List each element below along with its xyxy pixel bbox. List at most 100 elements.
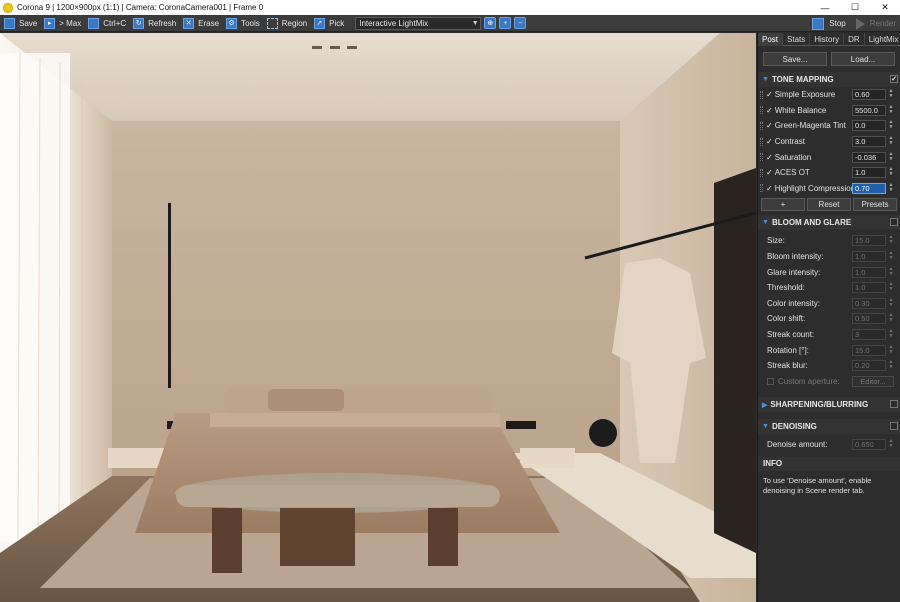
tone-mapping-header[interactable]: ▼ TONE MAPPING ✓ bbox=[758, 72, 900, 87]
spinner-icon[interactable]: ▲ ▼ bbox=[887, 182, 895, 194]
drag-handle-icon[interactable] bbox=[760, 90, 763, 99]
custom-aperture-checkbox[interactable] bbox=[767, 377, 774, 385]
spinner-icon[interactable]: ▲ ▼ bbox=[887, 89, 895, 100]
rotation-field[interactable]: 15.0 bbox=[852, 344, 886, 356]
threshold-field[interactable]: 1.0 bbox=[852, 282, 886, 294]
post-panel: Post Stats History DR LightMix Save... L… bbox=[757, 33, 900, 602]
tab-dr[interactable]: DR bbox=[844, 33, 865, 46]
spinner-icon[interactable]: ▲ ▼ bbox=[887, 104, 895, 116]
white-balance-field[interactable]: 5500.0 bbox=[852, 104, 886, 116]
pick-button[interactable]: ➚ Pick bbox=[312, 16, 349, 31]
drag-handle-icon[interactable] bbox=[760, 106, 763, 115]
zoom-in-icon[interactable]: + bbox=[499, 17, 512, 29]
simple-exposure-field[interactable]: 0.60 bbox=[852, 89, 886, 101]
tone-mapping-checkbox[interactable]: ✓ bbox=[890, 75, 898, 83]
color-intensity-field[interactable]: 0.30 bbox=[852, 297, 886, 309]
sharpening-checkbox[interactable] bbox=[890, 400, 898, 409]
sharpening-header[interactable]: ▶ SHARPENING/BLURRING bbox=[758, 397, 900, 413]
tint-field[interactable]: 0.0 bbox=[852, 120, 886, 132]
spinner-icon[interactable]: ▲ ▼ bbox=[887, 344, 895, 356]
checkmark-icon[interactable]: ✓ bbox=[766, 137, 773, 146]
spinner-icon[interactable]: ▲ ▼ bbox=[887, 439, 895, 450]
checkmark-icon[interactable]: ✓ bbox=[766, 90, 773, 99]
denoising-checkbox[interactable] bbox=[890, 422, 898, 431]
size-field[interactable]: 15.0 bbox=[852, 235, 886, 247]
load-settings-button[interactable]: Load... bbox=[831, 52, 895, 66]
tone-row-contrast: ✓ Contrast 3.0 ▲ ▼ bbox=[758, 134, 900, 150]
spinner-icon[interactable]: ▲ ▼ bbox=[887, 167, 895, 178]
stop-button[interactable]: Stop bbox=[829, 19, 845, 28]
tone-mapping-title: TONE MAPPING bbox=[771, 75, 834, 84]
tab-lightmix[interactable]: LightMix bbox=[865, 33, 900, 46]
glare-intensity-field[interactable]: 1.0 bbox=[852, 266, 886, 278]
window-controls: — ☐ ✕ bbox=[810, 0, 900, 15]
spinner-icon[interactable]: ▲ ▼ bbox=[887, 251, 895, 262]
spinner-icon[interactable]: ▲ ▼ bbox=[887, 360, 895, 371]
spinner-icon[interactable]: ▲ ▼ bbox=[887, 313, 895, 324]
close-button[interactable]: ✕ bbox=[870, 0, 900, 15]
spinner-icon[interactable]: ▲ ▼ bbox=[887, 297, 895, 309]
erase-button[interactable]: ✕ Erase bbox=[181, 16, 224, 31]
save-button[interactable]: Save bbox=[2, 16, 42, 31]
bloom-glare-checkbox[interactable] bbox=[890, 218, 898, 227]
render-viewport[interactable] bbox=[0, 33, 756, 602]
editor-button[interactable]: Editor... bbox=[852, 375, 894, 387]
saturation-field[interactable]: -0.036 bbox=[852, 151, 886, 163]
highlight-compression-field[interactable]: 0.70 bbox=[852, 182, 886, 194]
bloom-intensity-field[interactable]: 1.0 bbox=[852, 251, 886, 263]
drag-handle-icon[interactable] bbox=[760, 168, 763, 177]
refresh-button[interactable]: ↻ Refresh bbox=[131, 16, 181, 31]
contrast-field[interactable]: 3.0 bbox=[852, 136, 886, 148]
checkmark-icon[interactable]: ✓ bbox=[766, 184, 773, 193]
spinner-icon[interactable]: ▲ ▼ bbox=[887, 266, 895, 278]
tab-stats[interactable]: Stats bbox=[783, 33, 811, 46]
checkmark-icon[interactable]: ✓ bbox=[766, 153, 773, 162]
color-shift-field[interactable]: 0.50 bbox=[852, 313, 886, 325]
spinner-icon[interactable]: ▲ ▼ bbox=[887, 151, 895, 163]
streak-blur-label: Streak blur: bbox=[767, 361, 808, 371]
copy-button[interactable]: Ctrl+C bbox=[86, 16, 131, 31]
pick-label: Pick bbox=[329, 18, 345, 28]
spinner-icon[interactable]: ▲ ▼ bbox=[887, 235, 895, 246]
stop-icon[interactable] bbox=[812, 17, 825, 30]
denoise-amount-label: Denoise amount: bbox=[767, 440, 828, 450]
spinner-icon[interactable]: ▲ ▼ bbox=[887, 282, 895, 293]
bloom-glare-header[interactable]: ▼ BLOOM AND GLARE bbox=[758, 215, 900, 231]
denoising-header[interactable]: ▼ DENOISING bbox=[758, 419, 900, 435]
aces-ot-label: ACES OT bbox=[774, 168, 810, 178]
vfb-toolbar: Save ▸ > Max Ctrl+C ↻ Refresh ✕ Erase ⚙ … bbox=[0, 15, 900, 32]
save-settings-button[interactable]: Save... bbox=[763, 52, 827, 66]
tab-history[interactable]: History bbox=[810, 33, 845, 46]
tab-post[interactable]: Post bbox=[758, 33, 784, 46]
drag-handle-icon[interactable] bbox=[760, 184, 763, 193]
spinner-icon[interactable]: ▲ ▼ bbox=[887, 136, 895, 147]
max-button[interactable]: ▸ > Max bbox=[42, 16, 86, 31]
zoom-fit-icon[interactable]: ⊕ bbox=[484, 17, 497, 29]
drag-handle-icon[interactable] bbox=[760, 153, 763, 162]
color-shift-label: Color shift: bbox=[767, 314, 806, 324]
spinner-icon[interactable]: ▲ ▼ bbox=[887, 120, 895, 131]
drag-handle-icon[interactable] bbox=[760, 121, 763, 130]
reset-button[interactable]: Reset bbox=[807, 198, 851, 212]
minimize-button[interactable]: — bbox=[810, 0, 840, 15]
denoise-amount-field[interactable]: 0.650 bbox=[852, 439, 886, 451]
maximize-button[interactable]: ☐ bbox=[840, 0, 870, 15]
render-button[interactable]: Render bbox=[870, 19, 896, 28]
region-button[interactable]: Region bbox=[265, 16, 312, 31]
tools-button[interactable]: ⚙ Tools bbox=[224, 16, 265, 31]
window-title: Corona 9 | 1200×900px (1:1) | Camera: Co… bbox=[17, 3, 264, 12]
aces-ot-field[interactable]: 1.0 bbox=[852, 167, 886, 179]
drag-handle-icon[interactable] bbox=[760, 137, 763, 146]
checkmark-icon[interactable]: ✓ bbox=[766, 168, 773, 177]
checkmark-icon[interactable]: ✓ bbox=[766, 121, 773, 130]
streak-blur-field[interactable]: 0.20 bbox=[852, 360, 886, 372]
mode-select[interactable]: Interactive LightMix ▼ bbox=[355, 16, 482, 30]
checkmark-icon[interactable]: ✓ bbox=[766, 106, 773, 115]
streak-count-field[interactable]: 3 bbox=[852, 329, 886, 341]
spinner-icon[interactable]: ▲ ▼ bbox=[887, 329, 895, 340]
presets-button[interactable]: Presets bbox=[853, 198, 897, 212]
add-operator-button[interactable]: + bbox=[761, 198, 805, 212]
bloom-row-color-intensity: Color intensity: 0.30 ▲ ▼ bbox=[758, 296, 900, 312]
collapse-arrow-icon: ▶ bbox=[762, 401, 768, 409]
zoom-out-icon[interactable]: − bbox=[514, 17, 527, 29]
